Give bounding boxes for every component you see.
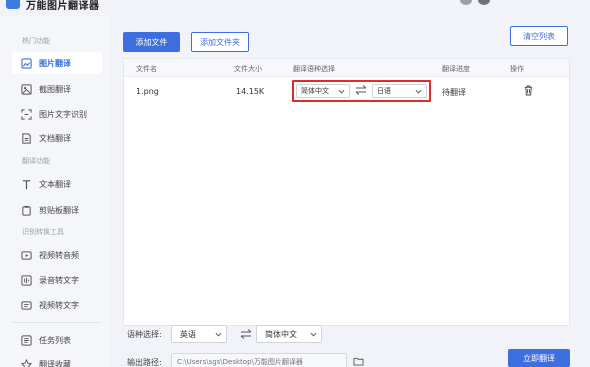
sidebar-item-label: 录音转文字 — [39, 275, 79, 285]
sidebar-item-ocr[interactable]: 图片文字识别 — [12, 103, 102, 125]
audio-text-icon — [21, 274, 32, 286]
sidebar-item-label: 剪贴板翻译 — [39, 205, 79, 215]
file-name: 1.png — [136, 87, 159, 96]
add-folder-button[interactable]: 添加文件夹 — [191, 32, 249, 52]
sidebar-item-label: 任务列表 — [39, 335, 71, 345]
section-title-hot: 热门功能 — [22, 37, 50, 45]
row-source-lang-value: 简体中文 — [301, 87, 329, 95]
text-icon — [22, 179, 31, 189]
sidebar-item-label: 图片文字识别 — [39, 109, 87, 119]
swap-languages-icon[interactable] — [240, 329, 252, 339]
clipboard-icon — [22, 205, 31, 216]
user-avatar-icon[interactable] — [460, 0, 472, 5]
sidebar-item-video-to-text[interactable]: 视频转文字 — [12, 294, 102, 316]
app-title: 万能图片翻译器 — [26, 1, 100, 12]
language-selection-highlight: 简体中文 日语 — [292, 80, 431, 102]
language-select-label: 语种选择: — [127, 330, 162, 339]
output-path-label: 输出路径: — [127, 358, 162, 367]
sidebar-item-clipboard-translate[interactable]: 剪贴板翻译 — [12, 199, 102, 221]
sidebar-item-label: 视频转音频 — [39, 250, 79, 260]
sidebar-divider — [12, 322, 102, 323]
target-language-value: 简体中文 — [265, 329, 297, 339]
settings-icon[interactable] — [478, 0, 490, 5]
document-icon — [22, 132, 31, 144]
sidebar-item-label: 视频转文字 — [39, 300, 79, 310]
ocr-icon — [21, 108, 32, 120]
image-translate-icon — [21, 57, 32, 69]
start-translate-button[interactable]: 立即翻译 — [508, 349, 570, 367]
section-title-tools: 识别转换工具 — [22, 228, 64, 236]
col-header-progress: 翻译进度 — [442, 65, 470, 73]
chevron-down-icon — [415, 89, 422, 94]
col-header-action: 操作 — [510, 65, 524, 73]
sidebar-item-audio-to-text[interactable]: 录音转文字 — [12, 269, 102, 291]
sidebar-item-label: 翻译收藏 — [39, 359, 71, 367]
screenshot-icon — [21, 83, 32, 95]
col-header-filename: 文件名 — [136, 65, 157, 73]
sidebar-item-video-to-audio[interactable]: 视频转音频 — [12, 244, 102, 266]
clear-list-button[interactable]: 清空列表 — [510, 26, 568, 46]
video-audio-icon — [21, 250, 32, 260]
main-panel: 添加文件 添加文件夹 清空列表 文件名 文件大小 翻译语种选择 翻译进度 操作 … — [110, 16, 590, 367]
sidebar-item-label: 图片翻译 — [39, 58, 71, 68]
sidebar-item-document-translate[interactable]: 文档翻译 — [12, 127, 102, 149]
output-path-field[interactable]: C:\Users\sgs\Desktop\万能图片翻译器 — [171, 353, 347, 367]
sidebar-item-screenshot-translate[interactable]: 截图翻译 — [12, 78, 102, 100]
row-target-lang-value: 日语 — [377, 87, 391, 95]
swap-languages-icon[interactable] — [355, 85, 367, 95]
row-target-lang-select[interactable]: 日语 — [372, 84, 427, 98]
title-bar: 万能图片翻译器 — [0, 0, 590, 16]
app-logo-icon — [6, 0, 20, 9]
video-text-icon — [21, 300, 32, 310]
task-list-icon — [21, 334, 32, 346]
sidebar-item-image-translate[interactable]: 图片翻译 — [12, 52, 102, 74]
section-title-translate: 翻译功能 — [22, 157, 50, 165]
source-language-value: 英语 — [180, 329, 196, 339]
translation-status: 待翻译 — [442, 88, 466, 97]
sidebar: 热门功能 图片翻译 截图翻译 图片文字识别 文档翻译 翻译功能 文本翻译 剪贴板… — [0, 16, 110, 367]
file-size: 14.15K — [236, 87, 265, 96]
target-language-select[interactable]: 简体中文 — [256, 325, 322, 343]
sidebar-item-label: 文本翻译 — [39, 179, 71, 189]
sidebar-item-label: 文档翻译 — [39, 133, 71, 143]
chevron-down-icon — [338, 89, 345, 94]
folder-icon[interactable] — [353, 357, 364, 366]
favorite-icon — [21, 358, 32, 367]
row-source-lang-select[interactable]: 简体中文 — [296, 84, 350, 98]
delete-icon[interactable] — [524, 85, 533, 96]
sidebar-item-favorites[interactable]: 翻译收藏 — [12, 353, 102, 367]
col-header-language: 翻译语种选择 — [293, 65, 335, 73]
chevron-down-icon — [215, 332, 222, 337]
add-file-button[interactable]: 添加文件 — [123, 32, 180, 52]
sidebar-item-label: 截图翻译 — [39, 84, 71, 94]
sidebar-item-text-translate[interactable]: 文本翻译 — [12, 173, 102, 195]
table-header: 文件名 文件大小 翻译语种选择 翻译进度 操作 — [124, 59, 569, 77]
file-table: 文件名 文件大小 翻译语种选择 翻译进度 操作 1.png 14.15K 简体中… — [123, 58, 570, 326]
chevron-down-icon — [310, 332, 317, 337]
source-language-select[interactable]: 英语 — [171, 325, 227, 343]
sidebar-item-task-list[interactable]: 任务列表 — [12, 329, 102, 351]
col-header-filesize: 文件大小 — [234, 65, 262, 73]
